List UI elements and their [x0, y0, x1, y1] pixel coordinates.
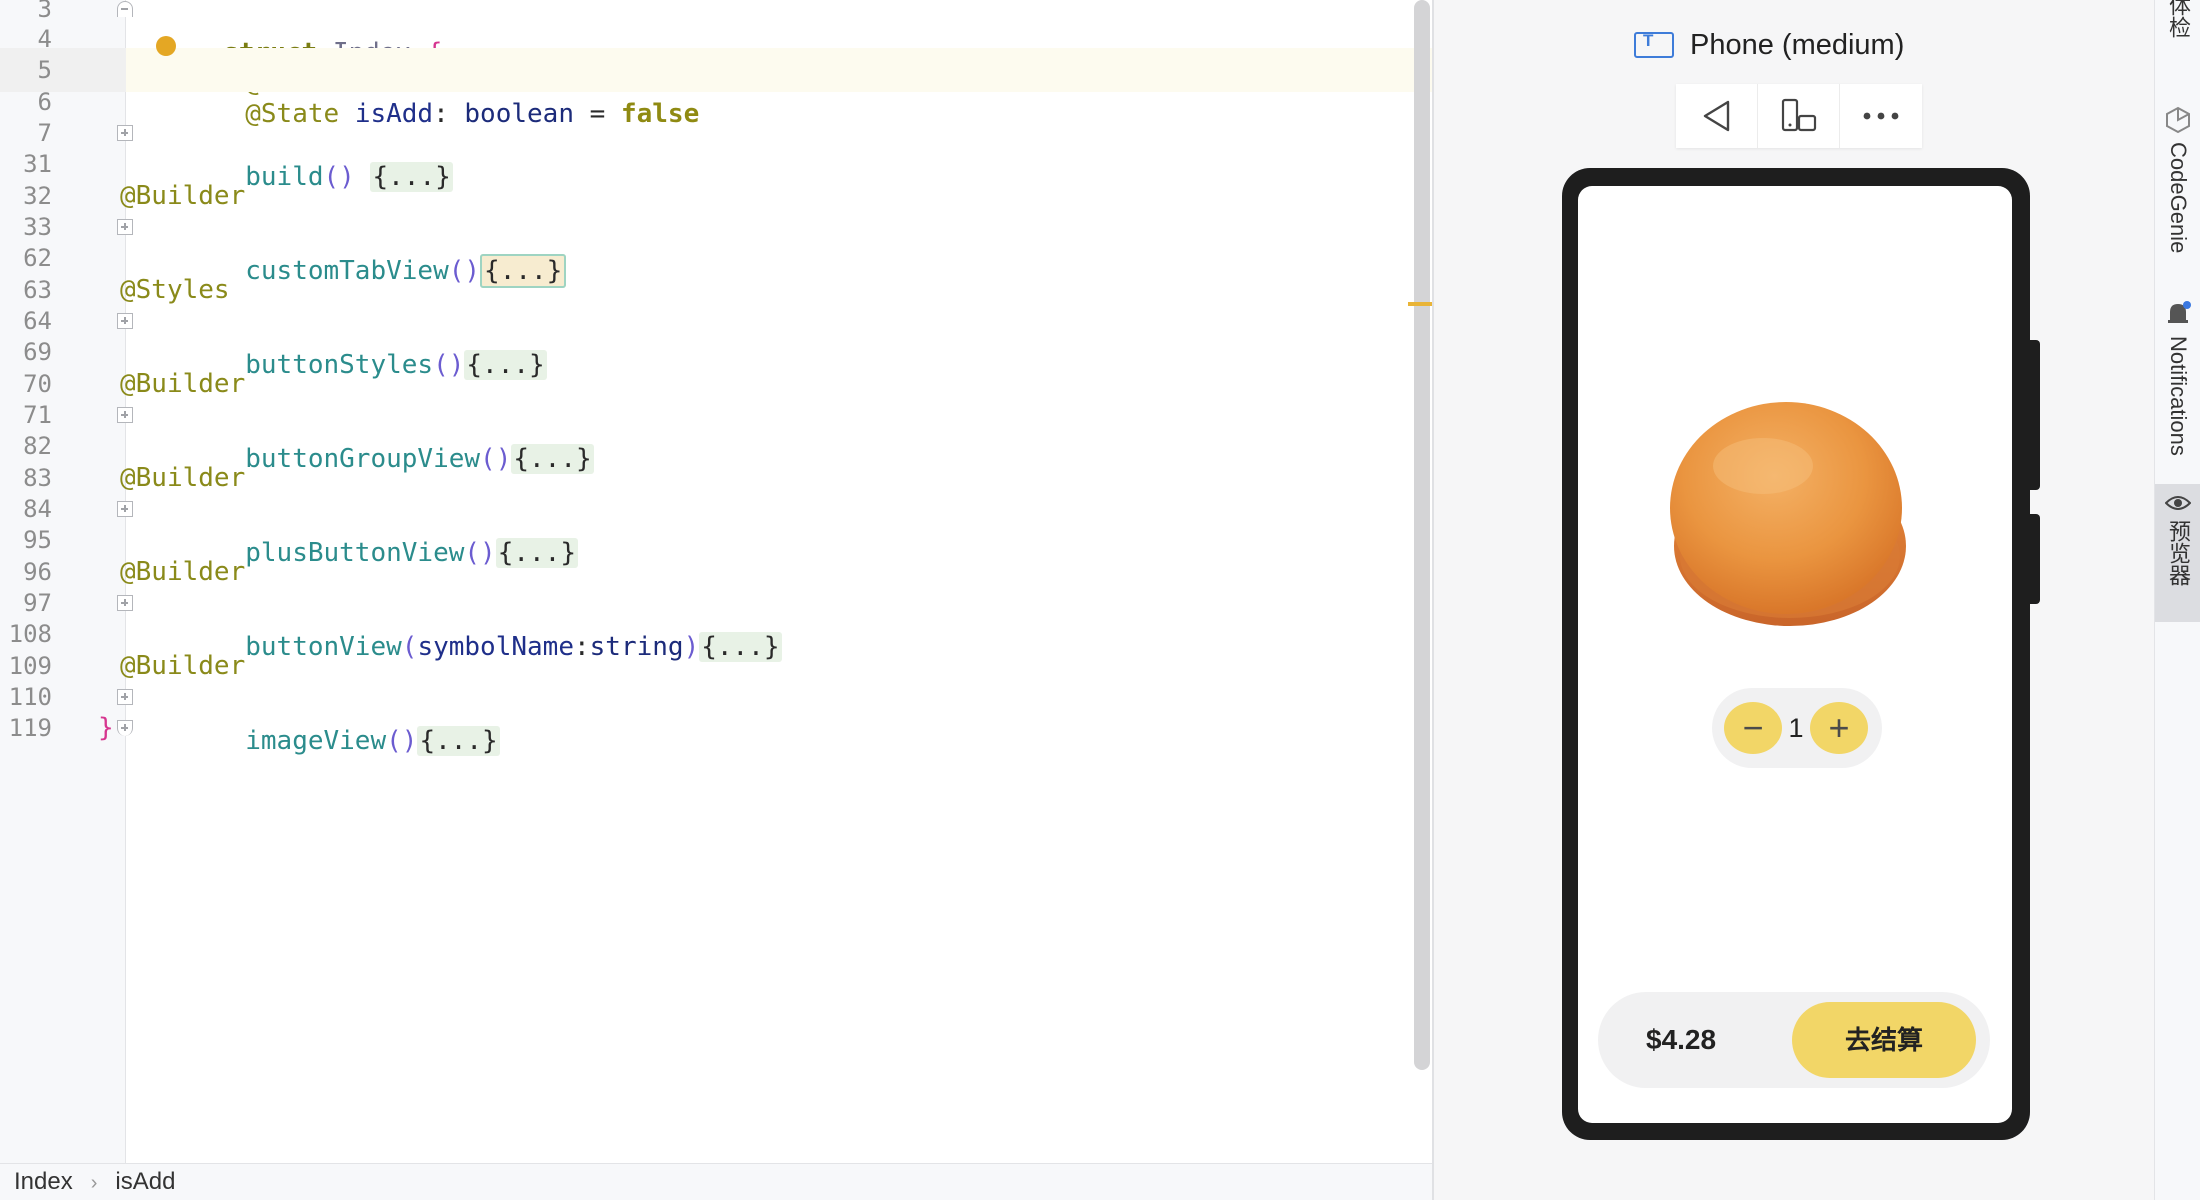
increment-button[interactable]: +: [1810, 702, 1868, 754]
back-button[interactable]: [1676, 84, 1758, 148]
code-editor[interactable]: 3 struct Index { 4 @State isScale: boole…: [0, 0, 1436, 1163]
tab-previewer[interactable]: 预览器: [2155, 484, 2200, 622]
minus-icon: −: [1742, 707, 1764, 748]
device-type-icon: [1634, 31, 1674, 58]
line-number: 119: [8, 714, 52, 742]
macaron-image: [1670, 402, 1906, 626]
back-triangle-icon: [1703, 100, 1729, 132]
tab-health-check[interactable]: 务体检: [2155, 0, 2200, 70]
tab-label: CodeGenie: [2166, 142, 2191, 254]
tab-notifications[interactable]: Notifications: [2155, 300, 2200, 456]
plus-icon: +: [1828, 707, 1850, 748]
more-icon: [1863, 112, 1899, 120]
checkout-bar: $4.28 去结算: [1598, 992, 1990, 1088]
tab-label: 预览器: [2166, 520, 2191, 586]
codegenie-icon: [2166, 106, 2190, 134]
preview-toolbar: [1676, 84, 1922, 148]
rotate-device-icon: [1781, 98, 1816, 132]
tab-label: 务体检: [2166, 0, 2191, 38]
fold-toggle[interactable]: [117, 720, 133, 736]
breadcrumb: Index › isAdd: [0, 1163, 1432, 1200]
quantity-value: 1: [1788, 713, 1804, 743]
eye-icon: [2165, 496, 2191, 510]
breadcrumb-item[interactable]: Index: [14, 1168, 73, 1195]
tab-codegenie[interactable]: CodeGenie: [2155, 106, 2200, 253]
more-button[interactable]: [1840, 84, 1922, 148]
rotate-device-button[interactable]: [1758, 84, 1840, 148]
device-selector[interactable]: Phone (medium): [1634, 24, 1904, 66]
brace: }: [98, 713, 114, 743]
code-line[interactable]: 119 }: [0, 706, 1432, 750]
right-tool-strip: 务体检 CodeGenie Notifications 预览器: [2154, 0, 2200, 1200]
breadcrumb-separator: ›: [90, 1172, 98, 1194]
phone-frame: − 1 + $4.28 去结算: [1562, 168, 2030, 1140]
phone-side-button: [2030, 514, 2040, 604]
quantity-stepper: − 1 +: [1712, 688, 1882, 768]
breadcrumb-item[interactable]: isAdd: [115, 1168, 175, 1195]
code-area[interactable]: 3 struct Index { 4 @State isScale: boole…: [0, 0, 1432, 1163]
tab-label: Notifications: [2166, 336, 2191, 456]
checkout-button[interactable]: 去结算: [1792, 1002, 1976, 1078]
decrement-button[interactable]: −: [1724, 702, 1782, 754]
total-price: $4.28: [1646, 1024, 1717, 1055]
editor-scrollbar[interactable]: [1414, 0, 1430, 1070]
bell-icon: [2168, 301, 2191, 323]
intention-bulb-icon[interactable]: [156, 36, 176, 56]
previewer-panel: Phone (medium): [1432, 0, 2154, 1200]
phone-side-button: [2030, 340, 2040, 490]
device-name: Phone (medium): [1690, 28, 1905, 61]
phone-screen[interactable]: − 1 + $4.28 去结算: [1578, 186, 2012, 1123]
